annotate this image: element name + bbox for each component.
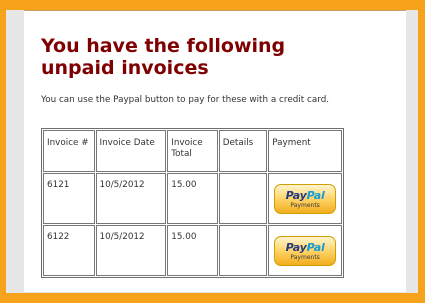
- header-invoice-total: Invoice Total: [167, 130, 218, 172]
- invoice-total-cell: 15.00: [167, 173, 218, 224]
- invoice-date-cell: 10/5/2012: [95, 173, 167, 224]
- invoice-table: Invoice # Invoice Date Invoice Total Det…: [41, 128, 344, 278]
- paypal-logo-pay: Pay: [285, 241, 307, 254]
- paypal-payments-button[interactable]: PayPal Payments: [274, 236, 337, 266]
- payment-cell: PayPal Payments: [268, 225, 342, 276]
- paypal-logo: PayPal: [275, 190, 335, 202]
- paypal-payments-label: Payments: [290, 202, 320, 209]
- invoice-date-cell: 10/5/2012: [95, 225, 167, 276]
- payment-cell: PayPal Payments: [268, 173, 342, 224]
- table-row: 6121 10/5/2012 15.00 PayPal Payments: [43, 173, 342, 224]
- paypal-logo-pal: Pal: [306, 189, 325, 202]
- header-invoice-date: Invoice Date: [95, 130, 167, 172]
- paypal-logo: PayPal: [275, 242, 335, 254]
- intro-text: You can use the Paypal button to pay for…: [41, 95, 330, 105]
- table-header-row: Invoice # Invoice Date Invoice Total Det…: [43, 130, 342, 172]
- invoice-number-cell: 6122: [43, 225, 95, 276]
- paypal-payments-label: Payments: [290, 254, 320, 261]
- invoice-number-cell: 6121: [43, 173, 95, 224]
- header-invoice-number: Invoice #: [43, 130, 95, 172]
- header-payment: Payment: [268, 130, 342, 172]
- header-details: Details: [218, 130, 268, 172]
- page-title: You have the following unpaid invoices: [41, 35, 286, 79]
- invoice-total-cell: 15.00: [167, 225, 218, 276]
- invoice-details-cell: [218, 225, 268, 276]
- invoice-details-cell: [218, 173, 268, 224]
- paypal-logo-pal: Pal: [306, 241, 325, 254]
- table-row: 6122 10/5/2012 15.00 PayPal Payments: [43, 225, 342, 276]
- paypal-logo-pay: Pay: [285, 189, 307, 202]
- paypal-payments-button[interactable]: PayPal Payments: [274, 184, 337, 214]
- content-panel: You have the following unpaid invoices Y…: [24, 10, 406, 292]
